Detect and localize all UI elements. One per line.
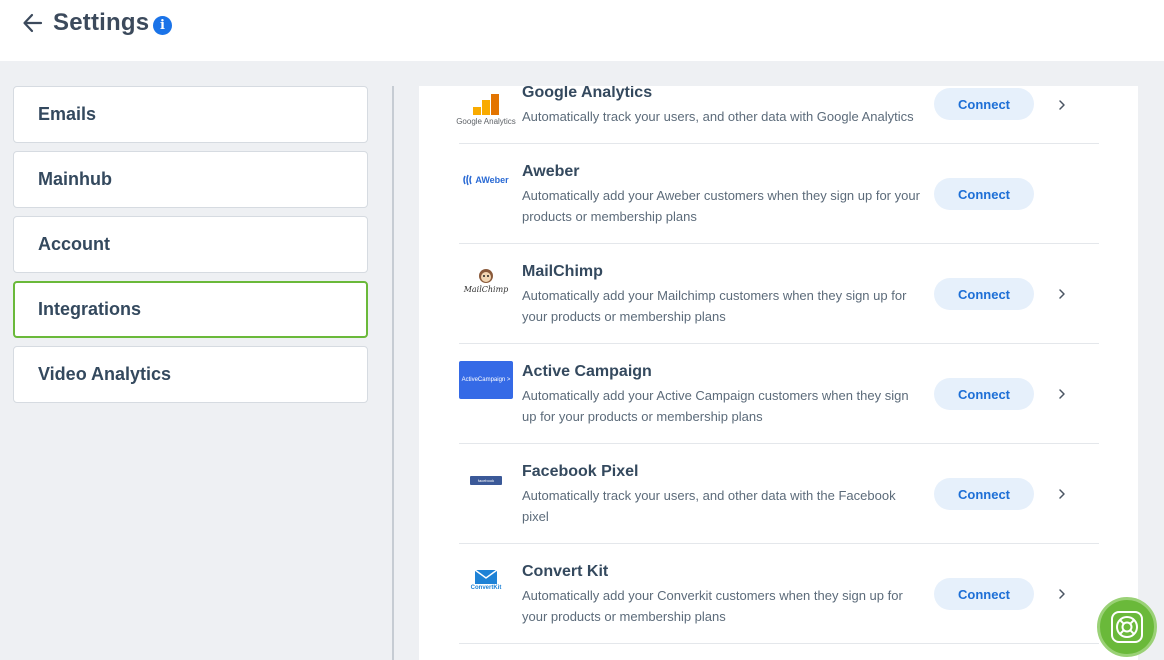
chevron-right-icon[interactable]: [1055, 587, 1069, 601]
integration-name: Convert Kit: [522, 563, 609, 580]
activecampaign-logo-text: ActiveCampaign >: [461, 377, 511, 383]
integration-name: Google Analytics: [522, 86, 653, 101]
connect-button-facebook-pixel[interactable]: Connect: [934, 478, 1034, 510]
sidebar-item-video-analytics[interactable]: Video Analytics: [13, 346, 368, 403]
integration-description: Automatically add your Mailchimp custome…: [522, 288, 907, 324]
connect-button-active-campaign[interactable]: Connect: [934, 378, 1034, 410]
info-icon[interactable]: i: [153, 16, 172, 35]
connect-button-aweber[interactable]: Connect: [934, 178, 1034, 210]
convertkit-logo-text: ConvertKit: [470, 585, 502, 591]
sidebar-item-label: Integrations: [38, 299, 142, 319]
chevron-right-icon[interactable]: [1055, 487, 1069, 501]
sidebar-item-label: Mainhub: [38, 169, 112, 189]
mailchimp-logo-text: MailChimp: [463, 284, 509, 294]
integration-description: Automatically add your Active Campaign c…: [522, 388, 909, 424]
sidebar-item-account[interactable]: Account: [13, 216, 368, 273]
chevron-right-icon[interactable]: [1055, 98, 1069, 112]
aweber-logo: AWeber: [459, 172, 513, 188]
facebook-pixel-logo-text: facebook: [477, 477, 495, 483]
sidebar-item-integrations[interactable]: Integrations: [13, 281, 368, 338]
lifebuoy-icon: [1111, 611, 1143, 643]
integration-row-facebook-pixel: facebook Facebook Pixel Automatically tr…: [459, 444, 1099, 544]
chevron-right-icon[interactable]: [1055, 287, 1069, 301]
arrow-left-icon[interactable]: [20, 10, 46, 36]
sidebar-item-label: Video Analytics: [38, 364, 172, 384]
sidebar-item-mainhub[interactable]: Mainhub: [13, 151, 368, 208]
sidebar-item-label: Emails: [38, 104, 97, 124]
mailchimp-logo: MailChimp: [459, 264, 513, 296]
activecampaign-logo: ActiveCampaign >: [459, 361, 513, 399]
integration-row-aweber: AWeber Aweber Automatically add your Awe…: [459, 144, 1099, 244]
aweber-logo-text: AWeber: [475, 175, 509, 185]
connect-button-mailchimp[interactable]: Connect: [934, 278, 1034, 310]
top-bar: Settings i: [0, 0, 1164, 61]
convertkit-logo: ConvertKit: [459, 566, 513, 594]
integration-row-google-analytics: Google Analytics Google Analytics Automa…: [456, 86, 1099, 144]
panel-divider: [392, 86, 394, 660]
integration-name: Facebook Pixel: [522, 463, 639, 480]
integration-name: MailChimp: [522, 263, 603, 280]
integration-description: Automatically track your users, and othe…: [522, 109, 914, 124]
integrations-panel[interactable]: Google Analytics Google Analytics Automa…: [419, 86, 1138, 660]
integration-row-active-campaign: ActiveCampaign > Active Campaign Automat…: [459, 344, 1099, 444]
google-analytics-logo-text: Google Analytics: [456, 117, 516, 126]
sidebar-item-label: Account: [38, 234, 110, 254]
integration-row-mailchimp: MailChimp MailChimp Automatically add yo…: [459, 244, 1099, 344]
facebook-pixel-logo: facebook: [459, 474, 513, 486]
integration-name: Aweber: [522, 163, 580, 180]
settings-sidebar: Emails Mainhub Account Integrations Vide…: [13, 86, 368, 411]
sidebar-item-emails[interactable]: Emails: [13, 86, 368, 143]
chevron-right-icon[interactable]: [1055, 387, 1069, 401]
integration-description: Automatically track your users, and othe…: [522, 488, 896, 524]
integration-description: Automatically add your Aweber customers …: [522, 188, 920, 224]
integration-name: Active Campaign: [522, 363, 652, 380]
integration-row-convert-kit: ConvertKit Convert Kit Automatically add…: [459, 544, 1099, 644]
connect-button-convert-kit[interactable]: Connect: [934, 578, 1034, 610]
google-analytics-logo: Google Analytics: [456, 86, 516, 126]
connect-button-google-analytics[interactable]: Connect: [934, 88, 1034, 120]
page-title: Settings: [53, 9, 150, 36]
help-widget-button[interactable]: [1097, 597, 1157, 657]
integration-description: Automatically add your Converkit custome…: [522, 588, 903, 624]
